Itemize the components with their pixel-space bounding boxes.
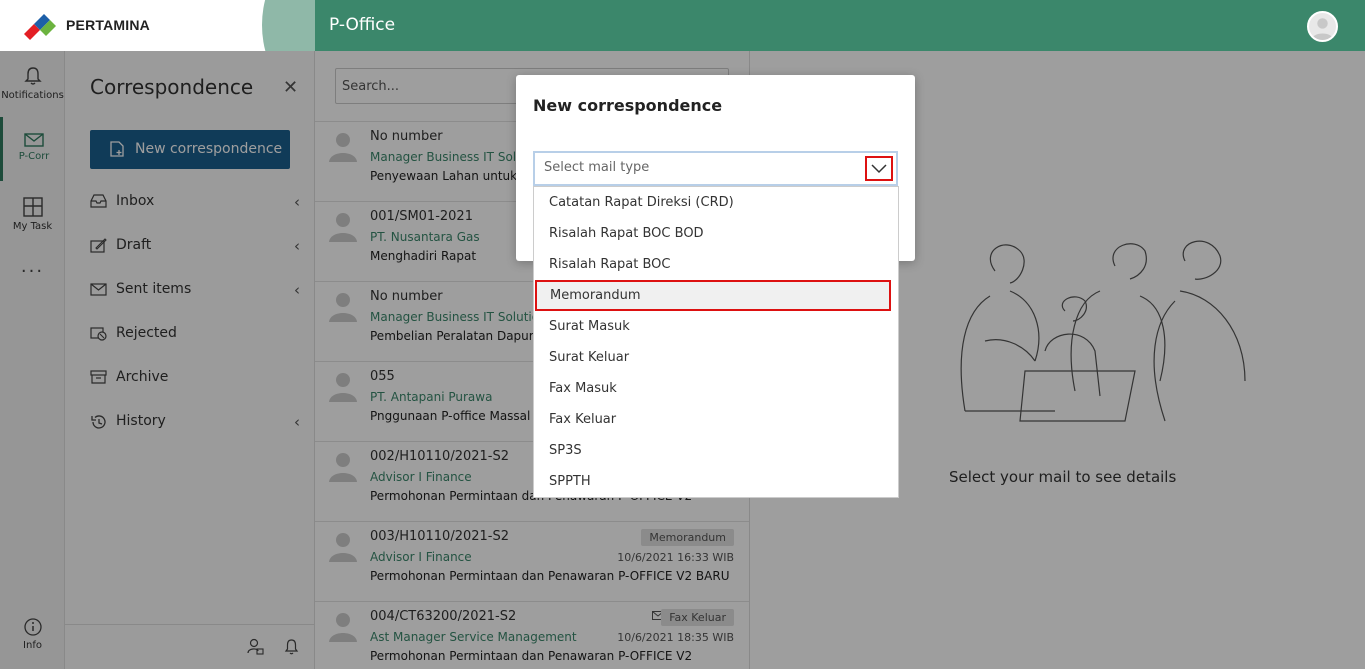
mail-type-dropdown: Catatan Rapat Direksi (CRD) Risalah Rapa… <box>533 186 899 498</box>
dropdown-option[interactable]: Risalah Rapat BOC BOD <box>534 218 898 249</box>
chevron-down-icon[interactable] <box>865 156 893 181</box>
top-bar: PERTAMINA P-Office <box>0 0 1365 51</box>
mail-type-select[interactable]: Select mail type <box>533 151 898 186</box>
dropdown-option[interactable]: Surat Masuk <box>534 311 898 342</box>
user-icon <box>1311 18 1334 40</box>
user-avatar[interactable] <box>1307 11 1338 42</box>
modal-title: New correspondence <box>533 96 723 115</box>
dropdown-option-memorandum[interactable]: Memorandum <box>535 280 891 311</box>
dropdown-option[interactable]: SPPTH <box>534 466 898 497</box>
select-placeholder: Select mail type <box>544 160 650 175</box>
app-title: P-Office <box>329 15 396 35</box>
dropdown-option[interactable]: Catatan Rapat Direksi (CRD) <box>534 187 898 218</box>
dropdown-option[interactable]: SP3S <box>534 435 898 466</box>
header-curve-decoration <box>262 0 315 51</box>
dropdown-option[interactable]: Fax Masuk <box>534 373 898 404</box>
dropdown-option[interactable]: Risalah Rapat BOC <box>534 249 898 280</box>
brand-name: PERTAMINA <box>66 17 150 33</box>
dropdown-option[interactable]: Surat Keluar <box>534 342 898 373</box>
logo-area: PERTAMINA <box>0 0 315 51</box>
pertamina-logo-icon <box>24 14 56 40</box>
dropdown-option[interactable]: Fax Keluar <box>534 404 898 435</box>
